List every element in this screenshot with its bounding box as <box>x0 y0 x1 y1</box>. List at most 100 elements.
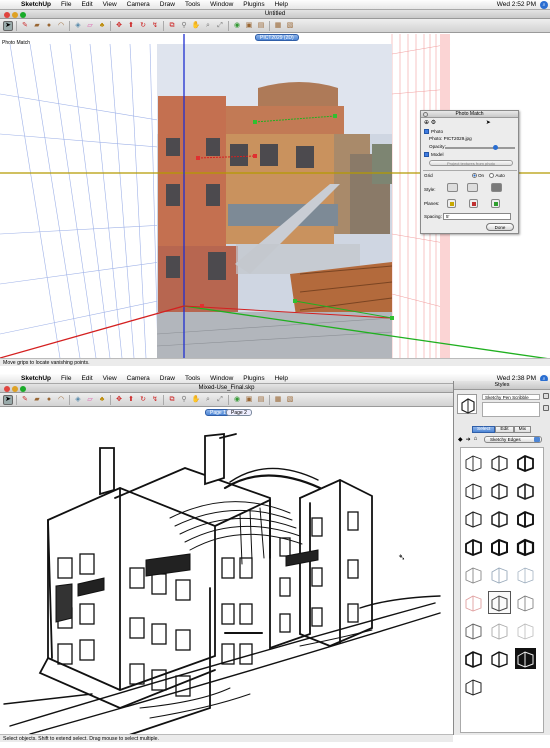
share-model-icon[interactable]: ▤ <box>256 21 266 31</box>
menu-draw[interactable]: Draw <box>155 375 180 382</box>
tape-measure-icon[interactable]: ⚲ <box>179 21 189 31</box>
minimize-window-icon[interactable] <box>12 385 18 392</box>
minimize-window-icon[interactable] <box>12 11 18 18</box>
plane-yellow-button[interactable] <box>447 199 456 208</box>
share-model-icon[interactable]: ▤ <box>256 395 266 405</box>
menu-draw[interactable]: Draw <box>155 1 180 8</box>
add-photo-icon[interactable]: ⊕ <box>424 120 429 126</box>
grid-auto-radio[interactable] <box>489 173 495 178</box>
style-swatch[interactable] <box>463 452 484 473</box>
menu-plugins[interactable]: Plugins <box>238 375 269 382</box>
get-models-icon[interactable]: ▣ <box>244 21 254 31</box>
close-window-icon[interactable] <box>4 11 10 18</box>
menu-window[interactable]: Window <box>205 375 238 382</box>
photo-checkbox-row[interactable]: Photo <box>424 129 443 135</box>
chevron-down-icon[interactable] <box>534 437 540 442</box>
menu-help[interactable]: Help <box>270 375 293 382</box>
previous-view-icon[interactable]: ◉ <box>232 21 242 31</box>
style-swatch[interactable] <box>489 536 510 557</box>
opacity-slider-knob[interactable] <box>492 145 498 150</box>
rectangle-icon[interactable]: ▰ <box>32 21 42 31</box>
zoom-icon[interactable]: ⌕ <box>203 395 213 405</box>
back-icon[interactable]: ◆ <box>458 436 463 443</box>
tab-edit[interactable]: Edit <box>495 426 514 433</box>
paint-bucket-icon[interactable]: ♣ <box>97 395 107 405</box>
style-swatch[interactable] <box>489 480 510 501</box>
style-swatch[interactable] <box>463 536 484 557</box>
rotate-icon[interactable]: ↻ <box>138 395 148 405</box>
menu-camera[interactable]: Camera <box>122 1 155 8</box>
tab-select[interactable]: Select <box>472 426 496 433</box>
create-style-icon[interactable] <box>543 405 549 411</box>
photo-textures-icon[interactable]: ▦ <box>273 21 283 31</box>
circle-icon[interactable]: ● <box>44 395 54 405</box>
settings-icon[interactable]: ⚙ <box>431 120 436 126</box>
update-style-icon[interactable] <box>543 393 549 399</box>
eraser-icon[interactable]: ▱ <box>85 21 95 31</box>
style-swatch[interactable] <box>463 564 484 585</box>
menu-edit[interactable]: Edit <box>76 375 97 382</box>
make-component-icon[interactable]: ◈ <box>73 395 83 405</box>
tab-mix[interactable]: Mix <box>513 426 532 433</box>
add-location-icon[interactable]: ▧ <box>285 21 295 31</box>
grid-style-below-button[interactable] <box>491 183 502 192</box>
forward-icon[interactable]: ➜ <box>466 436 471 443</box>
select-icon[interactable]: ➤ <box>3 20 13 31</box>
style-swatch[interactable] <box>463 620 484 641</box>
circle-icon[interactable]: ● <box>44 21 54 31</box>
style-swatch[interactable] <box>489 508 510 529</box>
select-icon[interactable]: ➤ <box>3 394 13 405</box>
grid-style-inside-button[interactable] <box>447 183 458 192</box>
style-swatch[interactable] <box>463 592 484 613</box>
menu-help[interactable]: Help <box>270 1 293 8</box>
add-location-icon[interactable]: ▧ <box>285 395 295 405</box>
menu-app[interactable]: SketchUp <box>16 1 56 8</box>
menu-camera[interactable]: Camera <box>122 375 155 382</box>
style-swatch[interactable] <box>489 620 510 641</box>
done-button[interactable]: Done <box>486 223 514 231</box>
style-swatch[interactable] <box>463 508 484 529</box>
photo-textures-icon[interactable]: ▦ <box>273 395 283 405</box>
grid-on-radio[interactable] <box>471 173 477 178</box>
zoom-window-icon[interactable] <box>20 11 26 18</box>
style-swatch[interactable] <box>515 480 536 501</box>
home-icon[interactable]: ⌂ <box>474 436 478 443</box>
style-swatch[interactable] <box>463 648 484 669</box>
spotlight-icon[interactable]: ⌕ <box>540 1 548 9</box>
style-swatch[interactable] <box>515 564 536 585</box>
style-swatch[interactable] <box>489 648 510 669</box>
tape-measure-icon[interactable]: ⚲ <box>179 395 189 405</box>
zoom-icon[interactable]: ⌕ <box>203 21 213 31</box>
follow-me-icon[interactable]: ↯ <box>150 21 160 31</box>
rotate-icon[interactable]: ↻ <box>138 21 148 31</box>
style-swatch[interactable] <box>515 452 536 473</box>
rectangle-icon[interactable]: ▰ <box>32 395 42 405</box>
model-checkbox-row[interactable]: Model <box>424 152 444 158</box>
menu-tools[interactable]: Tools <box>180 1 205 8</box>
plane-red-button[interactable] <box>469 199 478 208</box>
help-cursor-icon[interactable]: ➤ <box>486 120 491 126</box>
style-name-field[interactable]: Sketchy Pen Scribble <box>482 394 540 400</box>
close-dialog-icon[interactable] <box>423 112 428 117</box>
offset-icon[interactable]: ⧉ <box>167 21 177 31</box>
follow-me-icon[interactable]: ↯ <box>150 395 160 405</box>
eraser-icon[interactable]: ▱ <box>85 395 95 405</box>
drawing-viewport[interactable]: Page 1 Page 2 ➴ <box>0 408 453 734</box>
opacity-slider[interactable] <box>445 145 515 150</box>
style-swatch[interactable] <box>463 676 484 697</box>
move-icon[interactable]: ✥ <box>114 21 124 31</box>
grid-style-above-button[interactable] <box>467 183 478 192</box>
style-swatch[interactable] <box>489 452 510 473</box>
arc-icon[interactable]: ◠ <box>56 21 66 31</box>
style-swatch[interactable] <box>489 564 510 585</box>
move-icon[interactable]: ✥ <box>114 395 124 405</box>
push-pull-icon[interactable]: ⬆ <box>126 21 136 31</box>
get-models-icon[interactable]: ▣ <box>244 395 254 405</box>
drawing-viewport[interactable]: PICT2029 (2D) Photo Match Photo Match ⊕ … <box>0 34 550 358</box>
photo-checkbox[interactable] <box>424 129 429 134</box>
plane-green-button[interactable] <box>491 199 500 208</box>
style-swatch[interactable] <box>515 620 536 641</box>
menu-view[interactable]: View <box>98 1 122 8</box>
pencil-icon[interactable]: ✎ <box>20 395 30 405</box>
make-component-icon[interactable]: ◈ <box>73 21 83 31</box>
